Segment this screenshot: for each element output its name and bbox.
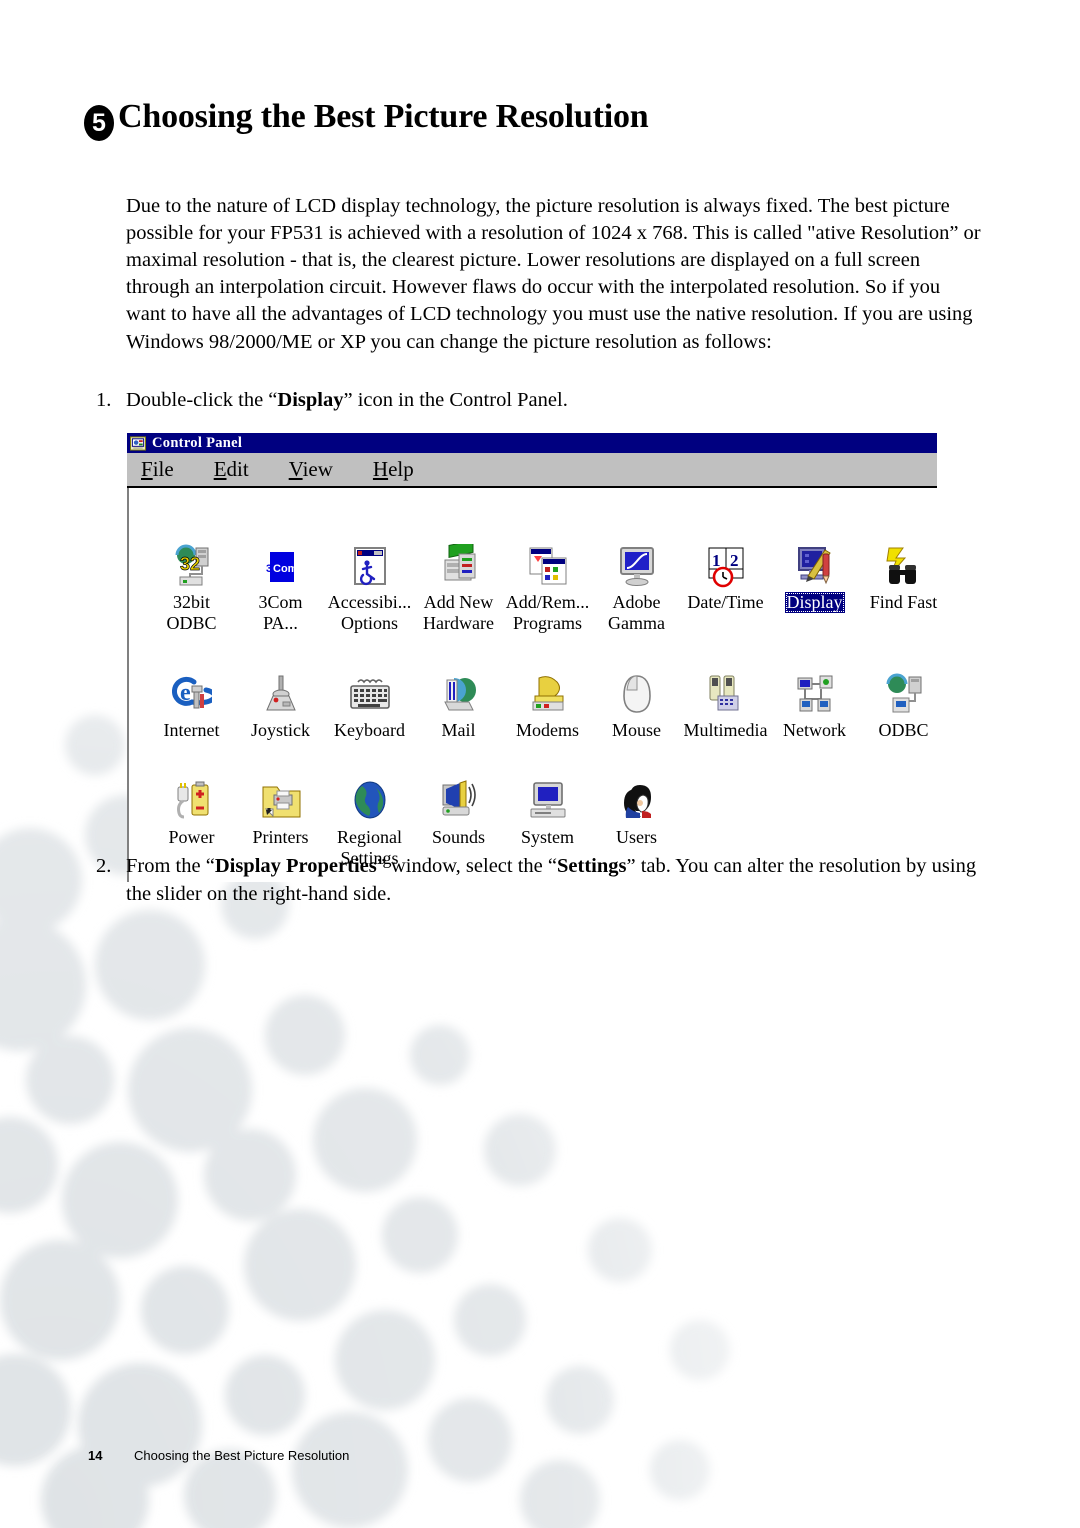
- intro-paragraph: Due to the nature of LCD display technol…: [126, 194, 981, 353]
- internet-options-icon: e: [171, 676, 212, 709]
- step-2-number: 2.: [96, 855, 112, 877]
- regional-settings-icon: [354, 781, 385, 819]
- cp-item-mail[interactable]: Mail: [414, 668, 503, 741]
- step-2: 2. From the “Display Properties” window,…: [96, 853, 986, 908]
- cp-label: 3Com PA...: [258, 592, 303, 633]
- svg-text:2: 2: [730, 551, 739, 570]
- cp-label: Mouse: [612, 720, 661, 740]
- control-panel-icon: [130, 435, 146, 451]
- adobe-gamma-icon: [619, 547, 654, 586]
- cp-label: Network: [783, 720, 846, 740]
- step-1-text: Double-click the “Display” icon in the C…: [126, 389, 568, 411]
- cp-item-add-remove-programs[interactable]: Add/Rem... Programs: [503, 540, 592, 633]
- step-1: 1. Double-click the “Display” icon in th…: [96, 387, 796, 415]
- cp-label: Find Fast: [869, 592, 938, 612]
- cp-item-internet[interactable]: e Internet: [147, 668, 236, 741]
- cp-label: Add/Rem... Programs: [505, 592, 590, 633]
- step-2-text: From the “Display Properties” window, se…: [126, 855, 977, 905]
- page-footer: 14 Choosing the Best Picture Resolution: [88, 1448, 349, 1463]
- menu-help[interactable]: Help: [373, 457, 414, 482]
- cp-label: Adobe Gamma: [608, 592, 665, 633]
- mouse-icon: [622, 675, 651, 713]
- page-title-text: Choosing the Best Picture Resolution: [118, 98, 649, 135]
- control-panel-menubar[interactable]: File Edit View Help: [127, 453, 937, 488]
- cp-item-add-new-hardware[interactable]: Add New Hardware: [414, 540, 503, 633]
- menu-file[interactable]: File: [141, 457, 174, 482]
- cp-item-odbc[interactable]: ODBC: [859, 668, 948, 741]
- cp-label: Mail: [441, 720, 476, 740]
- control-panel-row-1: 32 32bit ODBC 3 Com 3Com PA... Accessibi…: [147, 540, 948, 633]
- cp-label: Joystick: [250, 720, 310, 740]
- date-time-icon: 1 2: [708, 547, 743, 588]
- cp-label: Accessibi... Options: [327, 592, 412, 633]
- system-icon: [530, 782, 565, 818]
- power-management-icon: [176, 781, 208, 819]
- sounds-icon: [442, 780, 476, 816]
- control-panel-icon-area[interactable]: 32 32bit ODBC 3 Com 3Com PA... Accessibi…: [127, 488, 937, 882]
- 3com-icon: 3 Com: [266, 552, 298, 582]
- svg-text:3: 3: [266, 563, 272, 575]
- users-icon: [623, 785, 651, 818]
- cp-item-joystick[interactable]: Joystick: [236, 668, 325, 741]
- cp-label: Printers: [252, 827, 309, 847]
- printers-icon: [262, 786, 300, 818]
- menu-edit[interactable]: Edit: [214, 457, 249, 482]
- find-fast-icon: [885, 547, 916, 584]
- svg-text:e: e: [180, 680, 191, 706]
- svg-text:32: 32: [180, 554, 200, 574]
- mail-icon: [443, 678, 476, 711]
- cp-label: Users: [616, 827, 657, 847]
- cp-label: 32bit ODBC: [166, 592, 217, 633]
- cp-item-modems[interactable]: Modems: [503, 668, 592, 741]
- section-number-badge: 5: [84, 105, 114, 141]
- multimedia-icon: [709, 675, 738, 711]
- cp-item-mouse[interactable]: Mouse: [592, 668, 681, 741]
- svg-text:Com: Com: [273, 563, 298, 575]
- odbc-icon: [886, 673, 921, 713]
- footer-page-number: 14: [88, 1448, 103, 1463]
- cp-label: Internet: [163, 720, 220, 740]
- svg-text:1: 1: [712, 551, 721, 570]
- accessibility-options-icon: [353, 547, 386, 586]
- control-panel-row-2: e Internet Joystick Keyboard Mail Modems…: [147, 668, 948, 741]
- page-title: 5 Choosing the Best Picture Resolution: [84, 98, 649, 141]
- cp-item-multimedia[interactable]: Multimedia: [681, 668, 770, 741]
- control-panel-window[interactable]: Control Panel File Edit View Help 32 32b…: [127, 433, 937, 882]
- cp-item-32bit-odbc[interactable]: 32 32bit ODBC: [147, 540, 236, 633]
- network-icon: [797, 675, 832, 712]
- control-panel-titlebar: Control Panel: [127, 433, 937, 453]
- cp-item-accessibility-options[interactable]: Accessibi... Options: [325, 540, 414, 633]
- cp-item-keyboard[interactable]: Keyboard: [325, 668, 414, 741]
- cp-label: Date/Time: [687, 592, 764, 612]
- cp-item-network[interactable]: Network: [770, 668, 859, 741]
- add-remove-programs-icon: [529, 547, 566, 585]
- cp-label: Keyboard: [334, 720, 405, 740]
- cp-label: Multimedia: [683, 720, 768, 740]
- cp-item-adobe-gamma[interactable]: Adobe Gamma: [592, 540, 681, 633]
- footer-title: Choosing the Best Picture Resolution: [134, 1448, 350, 1463]
- cp-item-display[interactable]: Display: [770, 540, 859, 633]
- cp-label: Sounds: [431, 827, 485, 847]
- step-1-number: 1.: [96, 389, 112, 411]
- cp-label-selected: Display: [784, 592, 845, 613]
- keyboard-icon: [349, 679, 390, 709]
- cp-item-3com[interactable]: 3 Com 3Com PA...: [236, 540, 325, 633]
- control-panel-title: Control Panel: [152, 434, 243, 451]
- cp-label: Add New Hardware: [423, 592, 494, 633]
- modems-icon: [532, 676, 563, 711]
- display-icon: [797, 547, 831, 585]
- odbc-32bit-icon: 32: [175, 544, 208, 586]
- cp-label: Modems: [516, 720, 579, 740]
- add-new-hardware-icon: [444, 544, 475, 581]
- cp-label: Power: [168, 827, 215, 847]
- cp-label: ODBC: [878, 720, 929, 740]
- cp-label: System: [520, 827, 574, 847]
- menu-view[interactable]: View: [289, 457, 333, 482]
- joystick-icon: [265, 675, 296, 711]
- cp-item-find-fast[interactable]: Find Fast: [859, 540, 948, 633]
- cp-item-date-time[interactable]: 1 2 Date/Time: [681, 540, 770, 633]
